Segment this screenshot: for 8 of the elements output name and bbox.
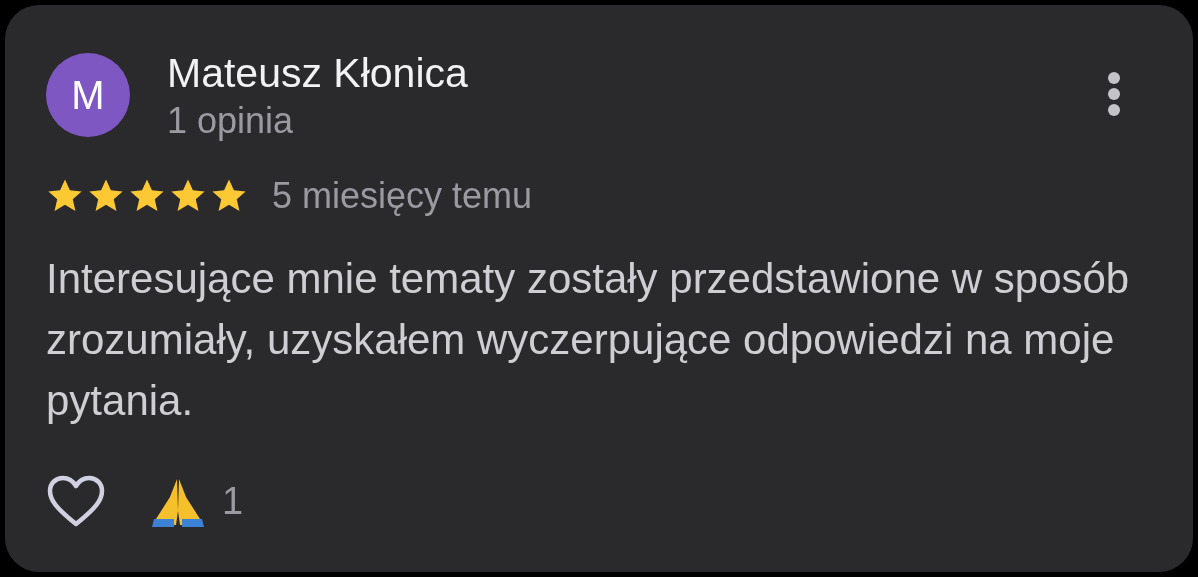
heart-icon[interactable]	[46, 474, 106, 528]
author-name[interactable]: Mateusz Kłonica	[167, 51, 1107, 95]
review-count: 1 opinia	[167, 101, 295, 141]
avatar[interactable]: M	[46, 53, 130, 137]
reaction-count: 1	[222, 479, 244, 523]
more-options-icon[interactable]	[1107, 71, 1121, 117]
review-text: Interesujące mnie tematy zostały przedstawione w sposób zrozumiały, uzyskałem wyczerpujące odpowiedzi na moje pytania.	[46, 254, 1131, 426]
review-time: 5 miesięcy temu	[272, 175, 533, 217]
